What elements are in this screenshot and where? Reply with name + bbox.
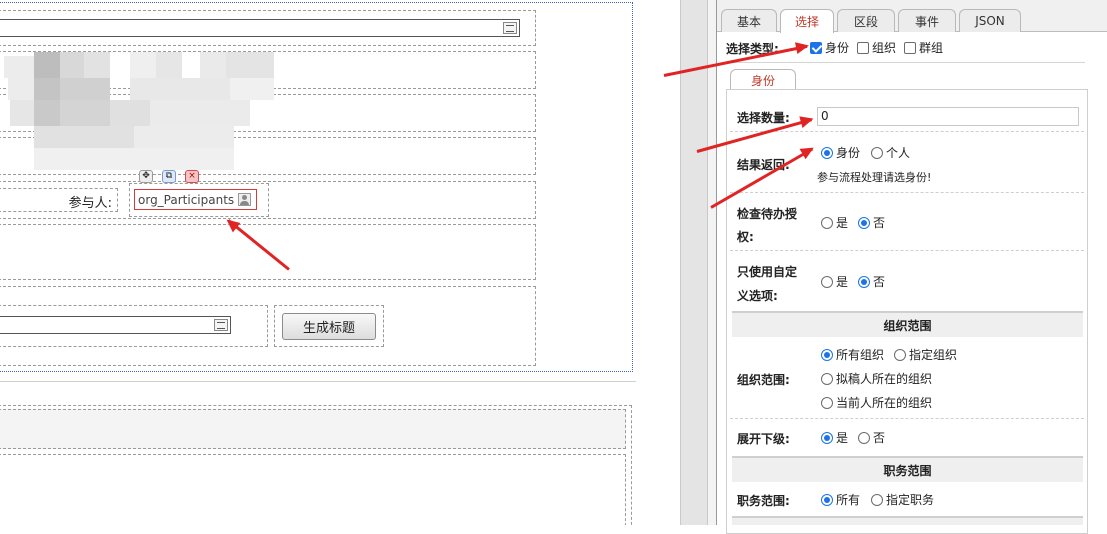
- org-drafter-label: 拟稿人所在的组织: [836, 372, 933, 386]
- form-design-canvas: 参与人: ✥ ⧉ × org_Participants 生成标题: [0, 0, 640, 525]
- duty-specified-radio[interactable]: 指定职务: [871, 491, 934, 508]
- org-drafter-radio[interactable]: 拟稿人所在的组织: [821, 370, 932, 387]
- edit-icon[interactable]: [503, 22, 517, 34]
- radio-icon[interactable]: [894, 348, 906, 361]
- check-auth-yes-radio[interactable]: 是: [821, 214, 848, 231]
- return-person-label: 个人: [886, 146, 911, 160]
- separator: [730, 192, 1084, 193]
- expand-yes-radio[interactable]: 是: [821, 429, 848, 446]
- radio-icon[interactable]: [871, 493, 883, 506]
- separator: [730, 250, 1084, 251]
- edit-icon[interactable]: [214, 319, 228, 331]
- property-panel: 基本 选择 区段 事件 JSON 选择类型: 身份 组织 群组 身份 选择数量:…: [716, 0, 1107, 534]
- type-group-label: 群组: [919, 41, 944, 55]
- bottom-bar: [732, 516, 1083, 525]
- radio-selected-icon[interactable]: [821, 493, 833, 506]
- delete-icon[interactable]: ×: [185, 170, 199, 183]
- expand-no-label: 否: [873, 431, 886, 445]
- tab-select[interactable]: 选择: [780, 9, 834, 33]
- expand-no-radio[interactable]: 否: [858, 429, 885, 446]
- type-org-label: 组织: [872, 41, 897, 55]
- custom-only-no-label: 否: [873, 275, 886, 289]
- tab-basic[interactable]: 基本: [721, 9, 777, 32]
- checkbox-checked-icon[interactable]: [810, 41, 822, 54]
- org-current-label: 当前人所在的组织: [836, 396, 933, 410]
- checkbox-icon[interactable]: [904, 41, 916, 54]
- check-auth-no-radio[interactable]: 否: [858, 214, 885, 231]
- lower-row-1: [0, 409, 626, 449]
- radio-selected-icon[interactable]: [821, 146, 833, 159]
- type-org-checkbox[interactable]: 组织: [857, 39, 896, 56]
- duty-specified-label: 指定职务: [886, 493, 935, 507]
- expand-yes-label: 是: [836, 431, 849, 445]
- radio-selected-icon[interactable]: [858, 216, 870, 229]
- result-return-hint: 参与流程处理请选身份!: [817, 171, 932, 184]
- check-auth-label-line1: 检查待办授: [737, 207, 798, 221]
- lower-row-2: [0, 454, 626, 525]
- radio-icon[interactable]: [821, 372, 833, 385]
- separator: [730, 418, 1084, 419]
- duty-all-label: 所有: [836, 493, 861, 507]
- participant-label: 参与人:: [68, 196, 112, 211]
- select-count-input[interactable]: 0: [817, 107, 1079, 126]
- select-count-label: 选择数量:: [737, 111, 790, 125]
- title-input[interactable]: [0, 316, 231, 334]
- separator: [730, 131, 1084, 132]
- check-auth-yes-label: 是: [836, 216, 849, 230]
- subtab-identity[interactable]: 身份: [730, 69, 796, 90]
- type-identity-label: 身份: [825, 41, 850, 55]
- radio-icon[interactable]: [821, 396, 833, 409]
- check-auth-no-label: 否: [873, 216, 886, 230]
- text-field-1[interactable]: [0, 19, 520, 37]
- duty-range-section-title: 职务范围: [732, 456, 1083, 482]
- custom-only-label-line2: 义选项:: [737, 289, 778, 303]
- org-range-section-title: 组织范围: [732, 311, 1083, 337]
- user-icon[interactable]: [238, 193, 252, 206]
- custom-only-label-line1: 只使用自定: [737, 265, 798, 279]
- tab-event[interactable]: 事件: [898, 9, 956, 32]
- radio-selected-icon[interactable]: [858, 275, 870, 288]
- radio-selected-icon[interactable]: [821, 431, 833, 444]
- org-specified-radio[interactable]: 指定组织: [894, 346, 957, 363]
- org-specified-label: 指定组织: [909, 348, 958, 362]
- duty-range-label: 职务范围:: [737, 494, 790, 508]
- radio-icon[interactable]: [821, 275, 833, 288]
- custom-only-yes-radio[interactable]: 是: [821, 273, 848, 290]
- return-identity-label: 身份: [836, 146, 861, 160]
- copy-icon[interactable]: ⧉: [162, 170, 176, 183]
- org-current-radio[interactable]: 当前人所在的组织: [821, 394, 932, 411]
- mosaic-blur: [0, 48, 280, 178]
- divider: [723, 62, 1085, 63]
- radio-selected-icon[interactable]: [821, 348, 833, 361]
- return-person-radio[interactable]: 个人: [871, 144, 910, 161]
- custom-only-no-radio[interactable]: 否: [858, 273, 885, 290]
- panel-edge: [708, 0, 716, 525]
- org-all-radio[interactable]: 所有组织: [821, 346, 884, 363]
- panel-tabs: 基本 选择 区段 事件 JSON: [717, 0, 1107, 33]
- org-all-label: 所有组织: [836, 348, 885, 362]
- tab-section[interactable]: 区段: [837, 9, 895, 32]
- tab-json[interactable]: JSON: [959, 9, 1021, 32]
- separator-line: [0, 381, 636, 382]
- radio-icon[interactable]: [821, 216, 833, 229]
- canvas-scroll-gutter[interactable]: [640, 0, 680, 525]
- return-identity-radio[interactable]: 身份: [821, 144, 860, 161]
- type-group-checkbox[interactable]: 群组: [904, 39, 943, 56]
- expand-sub-label: 展开下级:: [737, 432, 790, 446]
- move-icon[interactable]: ✥: [139, 170, 153, 183]
- radio-icon[interactable]: [858, 431, 870, 444]
- generate-title-button[interactable]: 生成标题: [282, 313, 376, 340]
- splitter-bar[interactable]: [680, 0, 708, 525]
- participant-field[interactable]: org_Participants: [134, 189, 257, 210]
- checkbox-icon[interactable]: [857, 41, 869, 54]
- type-identity-checkbox[interactable]: 身份: [810, 39, 849, 56]
- duty-all-radio[interactable]: 所有: [821, 491, 860, 508]
- radio-icon[interactable]: [871, 146, 883, 159]
- org-range-label: 组织范围:: [737, 373, 790, 387]
- custom-only-yes-label: 是: [836, 275, 849, 289]
- check-auth-label-line2: 权:: [737, 230, 754, 244]
- participant-field-name: org_Participants: [138, 192, 235, 207]
